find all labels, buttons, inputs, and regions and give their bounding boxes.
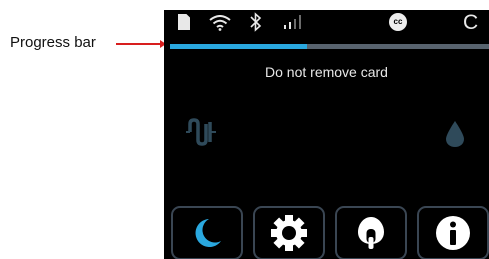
cc-icon: cc — [389, 13, 407, 31]
info-button[interactable] — [417, 206, 489, 259]
info-icon — [436, 216, 470, 250]
wave-icon — [186, 118, 216, 146]
settings-button[interactable] — [253, 206, 325, 259]
signal-icon — [284, 15, 301, 29]
wifi-icon — [209, 15, 231, 31]
water-drop-icon — [446, 121, 464, 147]
gear-icon — [271, 215, 307, 251]
do-not-remove-card-message: Do not remove card — [265, 64, 388, 80]
mask-button[interactable] — [335, 206, 407, 259]
progress-bar-fill — [170, 44, 308, 49]
progress-bar-annotation-label: Progress bar — [10, 34, 96, 51]
device-screen: cc C Do not remove card — [164, 10, 489, 259]
mode-indicator: C — [463, 11, 479, 34]
sleep-button[interactable] — [171, 206, 243, 259]
bluetooth-icon — [250, 12, 262, 32]
progress-bar — [170, 44, 489, 49]
moon-icon — [195, 219, 221, 247]
mask-icon — [358, 217, 384, 249]
annotation-arrow — [116, 40, 166, 48]
sd-card-icon — [178, 14, 190, 30]
